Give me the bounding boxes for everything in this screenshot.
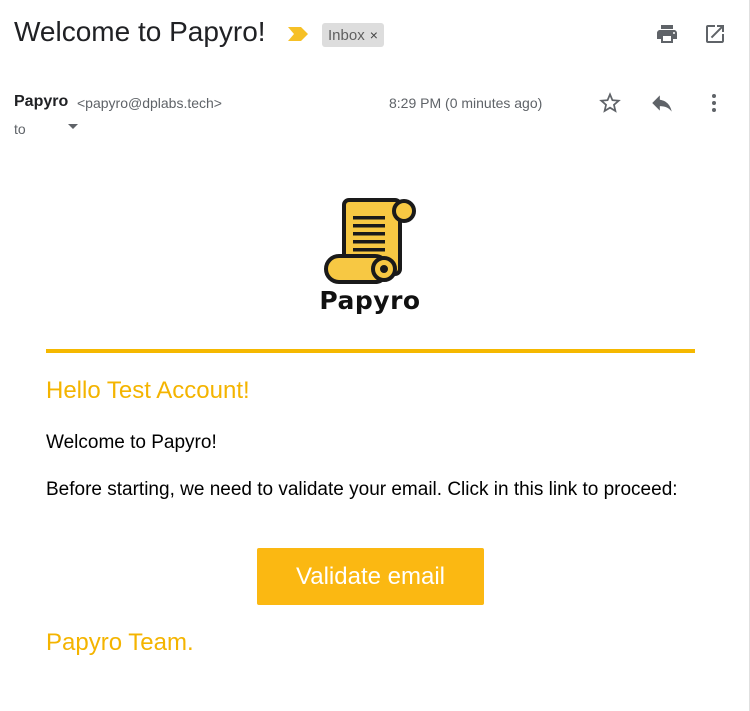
- recipient-label: to: [14, 121, 26, 137]
- more-vert-icon: [712, 94, 716, 112]
- sender-email: <papyro@dplabs.tech>: [77, 95, 222, 111]
- papyro-scroll-logo: [324, 198, 416, 284]
- chevron-down-icon[interactable]: [66, 120, 80, 134]
- instructions-text: Before starting, we need to validate you…: [46, 479, 678, 500]
- remove-label-button[interactable]: ×: [370, 27, 378, 43]
- more-options-button[interactable]: [699, 88, 729, 118]
- sender-name: Papyro: [14, 93, 69, 110]
- welcome-text: Welcome to Papyro!: [46, 432, 217, 453]
- greeting-heading: Hello Test Account!: [46, 377, 250, 404]
- print-icon: [657, 25, 677, 43]
- star-button[interactable]: [595, 88, 625, 118]
- inbox-label-chip: Inbox ×: [322, 23, 384, 47]
- print-button[interactable]: [653, 20, 681, 48]
- reply-icon: [652, 95, 672, 112]
- logo-wordmark: Papyro: [319, 286, 421, 315]
- open-in-new-window-button[interactable]: [701, 20, 729, 48]
- email-subject: Welcome to Papyro!: [14, 16, 266, 47]
- reply-button[interactable]: [647, 88, 677, 118]
- importance-marker-icon[interactable]: [287, 25, 309, 43]
- signoff-text: Papyro Team.: [46, 629, 194, 656]
- divider: [46, 349, 695, 353]
- star-icon: [599, 92, 621, 113]
- inbox-label-text: Inbox: [328, 27, 365, 44]
- validate-email-button[interactable]: Validate email: [257, 548, 484, 605]
- email-timestamp: 8:29 PM (0 minutes ago): [389, 95, 543, 111]
- open-in-new-window-icon: [706, 25, 724, 43]
